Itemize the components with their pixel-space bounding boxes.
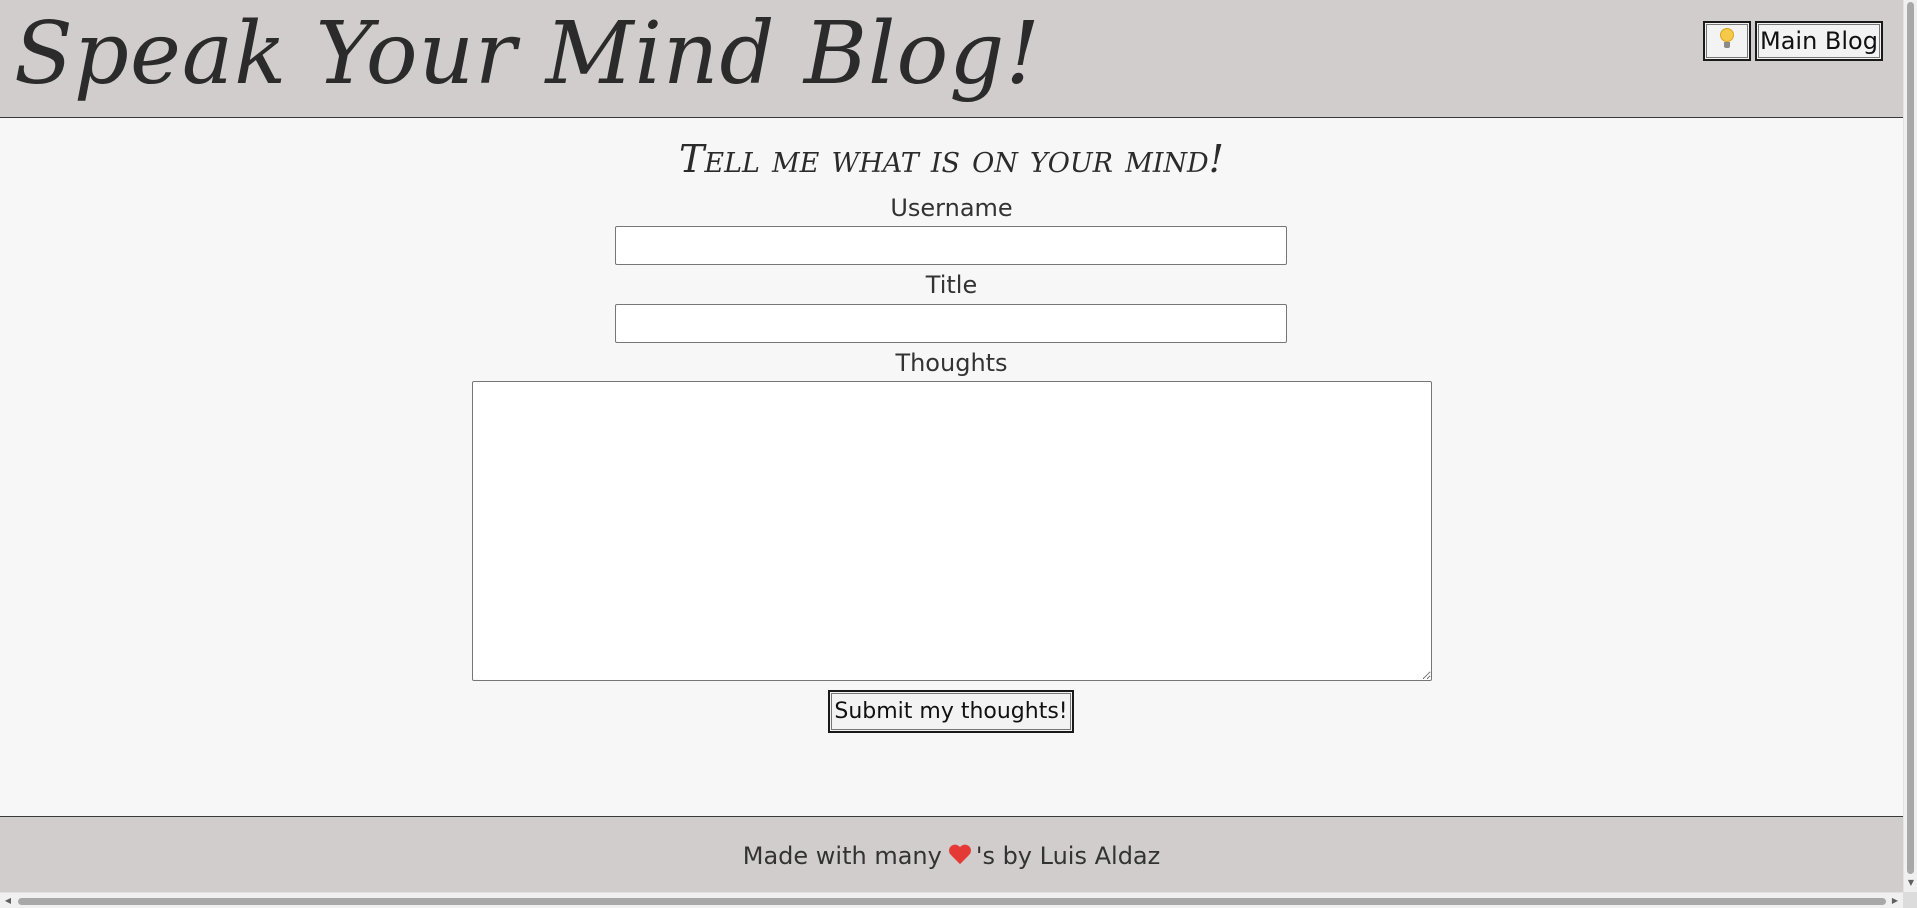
heart-icon [948, 845, 972, 867]
main-blog-button[interactable]: Main Blog [1755, 21, 1883, 61]
scroll-left-arrow-icon[interactable]: ◀ [3, 896, 13, 906]
site-title: Speak Your Mind Blog! [14, 4, 1041, 104]
username-label: Username [890, 194, 1013, 222]
lightbulb-icon [1720, 28, 1734, 50]
footer-text-before: Made with many [742, 842, 942, 870]
submit-thoughts-button[interactable]: Submit my thoughts! [828, 690, 1074, 733]
footer-text-after: 's by Luis Aldaz [975, 842, 1161, 870]
thoughts-label: Thoughts [895, 349, 1008, 377]
scrollbar-corner [1903, 892, 1917, 908]
scroll-down-arrow-icon[interactable]: ▼ [1906, 878, 1916, 888]
title-label: Title [925, 271, 978, 299]
vertical-scroll-thumb[interactable] [1907, 2, 1914, 874]
footer-credit: Made with many 's by Luis Aldaz [0, 841, 1903, 871]
site-header: Speak Your Mind Blog! Main Blog [0, 0, 1903, 118]
thoughts-textarea[interactable] [472, 381, 1432, 681]
form-heading: Tell me what is on your mind! [679, 137, 1224, 181]
username-input[interactable] [615, 226, 1287, 265]
title-input[interactable] [615, 304, 1287, 343]
vertical-scrollbar[interactable]: ▲ ▼ [1903, 0, 1917, 892]
scroll-right-arrow-icon[interactable]: ▶ [1890, 896, 1900, 906]
site-footer: Made with many 's by Luis Aldaz [0, 816, 1903, 893]
theme-toggle-button[interactable] [1703, 21, 1751, 61]
page: Speak Your Mind Blog! Main Blog Tell me … [0, 0, 1917, 908]
horizontal-scrollbar[interactable]: ◀ ▶ [0, 892, 1903, 908]
horizontal-scroll-thumb[interactable] [18, 898, 1886, 905]
